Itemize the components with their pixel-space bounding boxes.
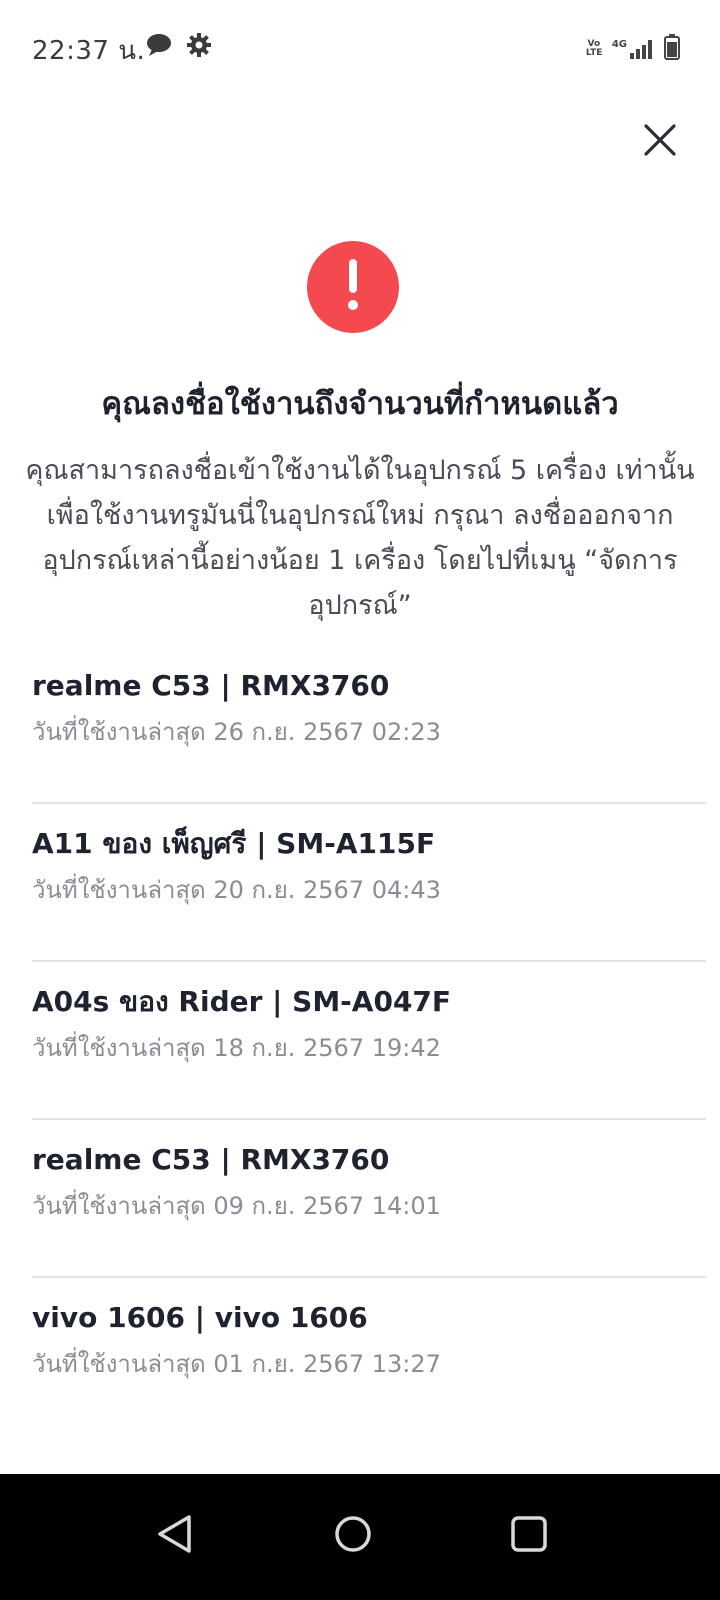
nav-home-button[interactable] [317,1500,389,1572]
close-button[interactable] [636,118,684,166]
nav-recents-button[interactable] [493,1500,565,1572]
back-triangle-icon [155,1513,195,1559]
device-name: realme C53 | RMX3760 [32,1143,390,1176]
gear-icon [186,32,212,62]
exclamation-icon [343,257,363,317]
chat-bubble-icon [146,33,172,61]
status-bar: 22:37 น. Vo LTE 4G [0,0,720,96]
status-time: 22:37 น. [32,36,146,66]
device-name: realme C53 | RMX3760 [32,669,390,702]
volte-icon: Vo LTE [585,39,603,58]
dialog-description: คุณสามารถลงชื่อเข้าใช้งานได้ในอุปกรณ์ 5 … [25,455,695,621]
status-icons-right: Vo LTE 4G [586,34,680,64]
home-circle-icon [333,1514,373,1558]
alert-badge [307,241,399,333]
battery-icon [664,34,680,64]
nav-back-button[interactable] [139,1500,211,1572]
device-name: vivo 1606 | vivo 1606 [32,1301,368,1334]
dialog-title: คุณลงชื่อใช้งานถึงจำนวนที่กำหนดแล้ว [101,386,619,422]
device-list: realme C53 | RMX3760 วันที่ใช้งานล่าสุด … [32,646,706,1436]
status-icons-left [146,32,212,62]
signal-icon: 4G [612,39,654,59]
device-last-used: วันที่ใช้งานล่าสุด 26 ก.ย. 2567 02:23 [32,718,441,746]
device-name: A11 ของ เพ็ญศรี | SM-A115F [32,827,436,860]
device-name: A04s ของ Rider | SM-A047F [32,985,452,1018]
close-icon [643,123,677,161]
device-last-used: วันที่ใช้งานล่าสุด 01 ก.ย. 2567 13:27 [32,1350,441,1378]
device-last-used: วันที่ใช้งานล่าสุด 09 ก.ย. 2567 14:01 [32,1192,441,1220]
device-item[interactable]: realme C53 | RMX3760 วันที่ใช้งานล่าสุด … [32,1120,706,1278]
device-last-used: วันที่ใช้งานล่าสุด 20 ก.ย. 2567 04:43 [32,876,441,904]
navigation-bar [0,1474,720,1600]
device-item[interactable]: vivo 1606 | vivo 1606 วันที่ใช้งานล่าสุด… [32,1278,706,1436]
recents-square-icon [510,1515,548,1557]
device-item[interactable]: A11 ของ เพ็ญศรี | SM-A115F วันที่ใช้งานล… [32,804,706,962]
network-type-label: 4G [611,39,627,50]
device-last-used: วันที่ใช้งานล่าสุด 18 ก.ย. 2567 19:42 [32,1034,441,1062]
device-item[interactable]: realme C53 | RMX3760 วันที่ใช้งานล่าสุด … [32,646,706,804]
device-item[interactable]: A04s ของ Rider | SM-A047F วันที่ใช้งานล่… [32,962,706,1120]
